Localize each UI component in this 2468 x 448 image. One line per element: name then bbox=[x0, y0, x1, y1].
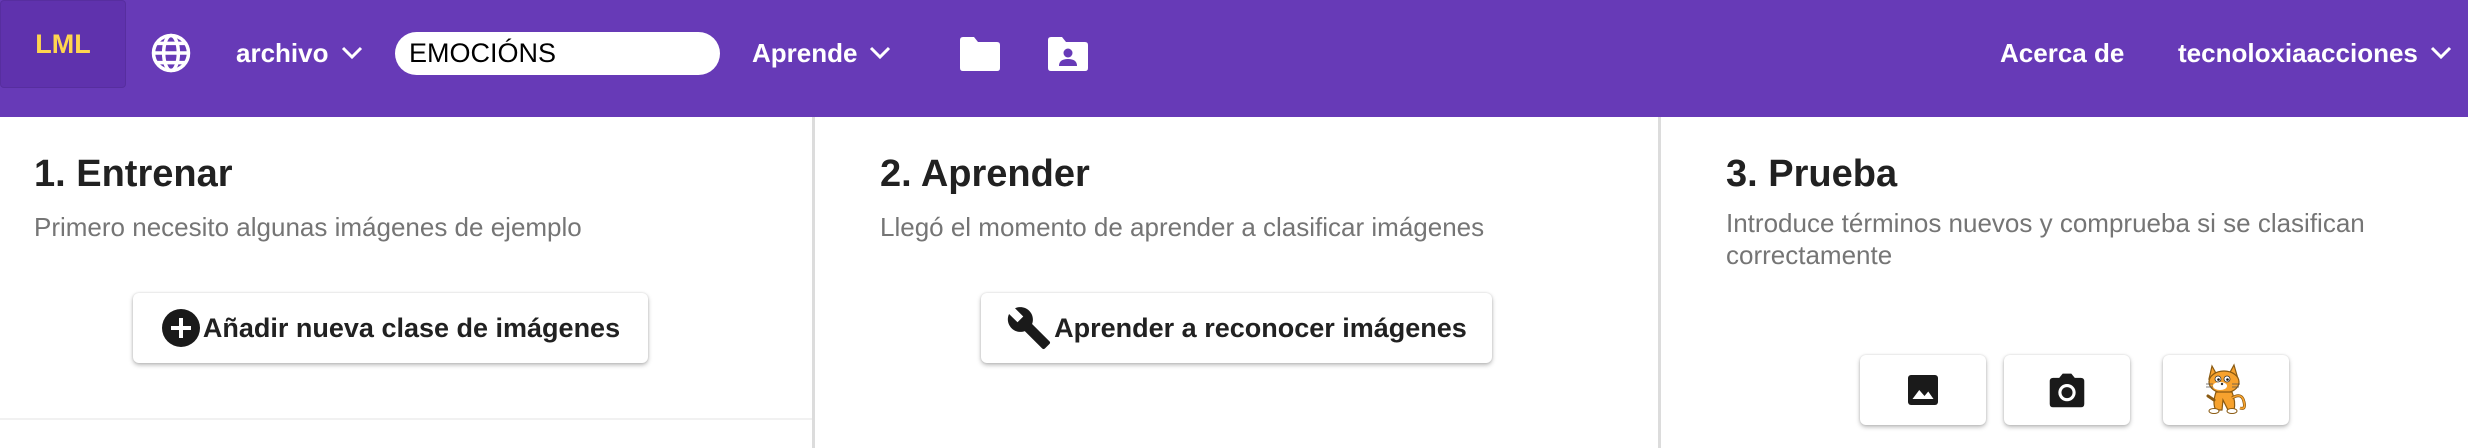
top-app-bar: LML archivo Aprende Acerc bbox=[0, 0, 2468, 117]
add-circle-icon bbox=[161, 309, 200, 347]
project-name-input[interactable] bbox=[395, 32, 720, 75]
project-menu[interactable]: archivo bbox=[236, 36, 363, 70]
test-subtitle: Introduce términos nuevos y comprueba si… bbox=[1726, 208, 2365, 270]
train-title: 1. Entrenar bbox=[34, 153, 233, 195]
train-panel: 1. Entrenar Primero necesito algunas imá… bbox=[0, 117, 812, 448]
test-with-image-button[interactable] bbox=[1860, 355, 1986, 425]
test-with-camera-button[interactable] bbox=[2004, 355, 2130, 425]
user-menu[interactable]: tecnoloxiaacciones bbox=[2178, 36, 2452, 70]
learn-panel: 2. Aprender Llegó el momento de aprender… bbox=[815, 117, 1658, 448]
camera-icon bbox=[2049, 373, 2085, 408]
learn-to-recognise-button[interactable]: Aprender a reconocer imágenes bbox=[981, 293, 1492, 363]
project-menu-label: archivo bbox=[236, 37, 329, 68]
lml-logo-button[interactable]: LML bbox=[0, 0, 126, 88]
learn-menu-label: Aprende bbox=[752, 37, 858, 68]
about-link[interactable]: Acerca de bbox=[2000, 36, 2124, 70]
chevron-down-icon bbox=[2430, 46, 2451, 60]
test-panel: 3. Prueba Introduce términos nuevos y co… bbox=[1661, 117, 2468, 448]
add-class-label: Añadir nueva clase de imágenes bbox=[202, 312, 621, 343]
train-subtitle: Primero necesito algunas imágenes de eje… bbox=[34, 212, 582, 242]
wrench-icon bbox=[1007, 307, 1051, 350]
chevron-down-icon bbox=[341, 46, 362, 60]
about-label: Acerca de bbox=[2000, 37, 2125, 68]
folder-icon bbox=[960, 37, 1000, 71]
shared-projects-button[interactable] bbox=[1046, 36, 1090, 72]
learn-subtitle: Llegó el momento de aprender a clasifica… bbox=[880, 212, 1485, 242]
user-menu-label: tecnoloxiaacciones bbox=[2178, 37, 2418, 68]
image-icon bbox=[1908, 375, 1938, 405]
test-with-scratch-button[interactable] bbox=[2163, 355, 2289, 425]
folder-user-icon bbox=[1048, 37, 1088, 71]
scratch-cat-icon bbox=[2206, 363, 2246, 414]
learn-button-label: Aprender a reconocer imágenes bbox=[1054, 312, 1467, 343]
learn-menu[interactable]: Aprende bbox=[752, 36, 891, 70]
chevron-down-icon bbox=[870, 46, 891, 60]
language-button[interactable] bbox=[150, 32, 192, 74]
open-project-button[interactable] bbox=[958, 36, 1002, 72]
learn-title: 2. Aprender bbox=[880, 153, 1090, 195]
globe-icon bbox=[151, 33, 191, 73]
add-class-button[interactable]: Añadir nueva clase de imágenes bbox=[133, 293, 648, 363]
test-title: 3. Prueba bbox=[1726, 153, 1898, 195]
